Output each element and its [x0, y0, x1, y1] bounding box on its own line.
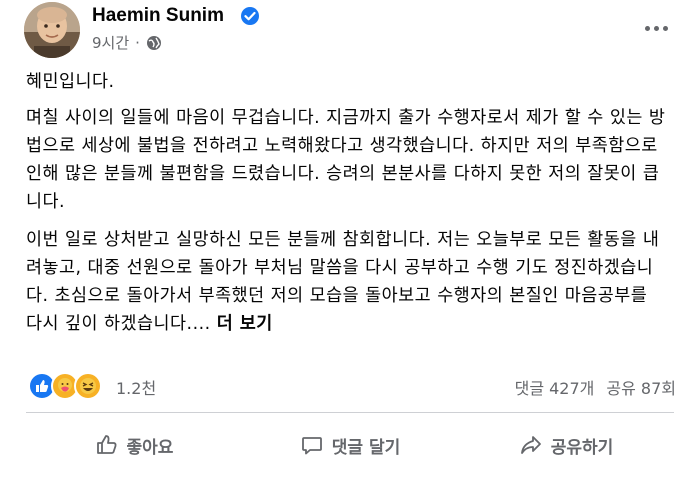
globe-icon[interactable] — [146, 35, 162, 51]
thumbs-up-icon — [96, 435, 117, 454]
see-more-link[interactable]: 더 보기 — [217, 314, 273, 334]
post-stats: 1.2천 댓글 427개 공유 87회 — [0, 366, 700, 406]
post-actions: 좋아요 댓글 달기 공유하기 — [26, 422, 674, 468]
meta-separator: · — [135, 33, 140, 52]
like-button[interactable]: 좋아요 — [26, 422, 242, 468]
comment-count[interactable]: 댓글 427개 — [515, 375, 595, 399]
share-label: 공유하기 — [550, 437, 614, 458]
post-time[interactable]: 9시간 — [92, 32, 129, 53]
post-meta: 9시간 · — [92, 32, 162, 53]
post-body: 혜민입니다. 며칠 사이의 일들에 마음이 무겁습니다. 지금까지 출가 수행자… — [26, 62, 666, 338]
reaction-count[interactable]: 1.2천 — [116, 375, 156, 399]
comment-button[interactable]: 댓글 달기 — [242, 422, 458, 468]
verified-badge-icon — [241, 7, 259, 25]
divider — [26, 412, 674, 413]
more-options-button[interactable] — [636, 14, 676, 42]
avatar[interactable] — [24, 2, 80, 58]
comment-icon — [301, 437, 322, 455]
post-paragraph-text: 이번 일로 상처받고 실망하신 모든 분들께 참회합니다. 저는 오늘부로 모든… — [26, 230, 660, 334]
engagement-counts: 댓글 427개 공유 87회 — [515, 375, 676, 399]
like-label: 좋아요 — [126, 437, 174, 458]
share-button[interactable]: 공유하기 — [458, 422, 674, 468]
share-icon — [520, 436, 541, 454]
author-name[interactable]: Haemin Sunim — [92, 5, 224, 27]
post-header: Haemin Sunim 9시간 · — [0, 0, 700, 62]
comment-label: 댓글 달기 — [331, 437, 401, 458]
post-paragraph: 혜민입니다. — [26, 72, 115, 92]
post-paragraph: 이번 일로 상처받고 실망하신 모든 분들께 참회합니다. 저는 오늘부로 모든… — [26, 226, 666, 338]
reaction-icons[interactable] — [28, 372, 102, 400]
share-count[interactable]: 공유 87회 — [606, 375, 676, 399]
dot-icon — [644, 25, 650, 31]
dot-icon — [662, 25, 668, 31]
post-paragraph: 며칠 사이의 일들에 마음이 무겁습니다. 지금까지 출가 수행자로서 제가 할… — [26, 108, 666, 212]
dot-icon — [653, 25, 659, 31]
haha-reaction-icon — [74, 372, 102, 400]
